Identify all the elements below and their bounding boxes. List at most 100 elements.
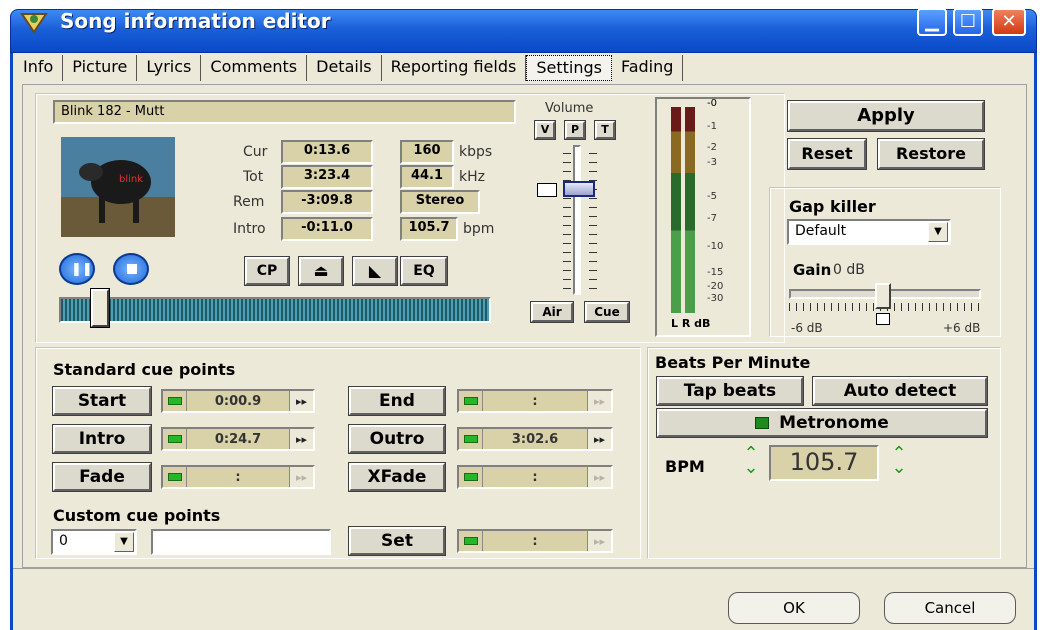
tab-lyrics[interactable]: Lyrics — [137, 55, 202, 81]
samplerate-unit: kHz — [459, 169, 485, 185]
custom-cue-control[interactable]: : ▸▸ — [457, 529, 613, 553]
bpm-value[interactable]: 105.7 — [769, 445, 879, 481]
close-button[interactable]: ✕ — [992, 8, 1026, 36]
ramp-button[interactable]: ◣ — [352, 256, 398, 286]
cue-outro-button[interactable]: Outro — [348, 424, 446, 454]
cue-intro-control[interactable]: 0:24.7 ▸▸ — [161, 427, 315, 451]
pause-icon: ❚❚ — [71, 262, 93, 277]
chevron-down-icon[interactable]: ▼ — [114, 532, 134, 552]
cp-button[interactable]: CP — [244, 256, 290, 286]
close-icon: ✕ — [1001, 11, 1017, 32]
cue-start-control[interactable]: 0:00.9 ▸▸ — [161, 389, 315, 413]
cue-end-led[interactable] — [459, 391, 483, 411]
metronome-label: Metronome — [779, 413, 889, 433]
t-button[interactable]: T — [594, 120, 616, 140]
ok-button[interactable]: OK — [728, 592, 860, 624]
meter-scale-7: -7 — [707, 213, 717, 224]
tab-bar: Info Picture Lyrics Comments Details Rep… — [14, 55, 684, 81]
meter-scale-0: -0 — [707, 98, 717, 109]
gain-slider-thumb[interactable] — [875, 283, 891, 309]
cancel-button[interactable]: Cancel — [884, 592, 1016, 624]
fast-forward-icon[interactable]: ▸▸ — [587, 391, 611, 411]
stop-button[interactable] — [113, 253, 149, 285]
gain-max-label: +6 dB — [943, 321, 981, 335]
cue-outro-led[interactable] — [459, 429, 483, 449]
minimize-button[interactable]: ▁ — [917, 8, 947, 36]
custom-cue-input[interactable] — [151, 529, 331, 555]
chevron-down-icon[interactable]: ▼ — [928, 222, 948, 242]
cue-fade-led[interactable] — [163, 467, 187, 487]
cue-xfade-control[interactable]: : ▸▸ — [457, 465, 613, 489]
stop-icon — [127, 264, 137, 274]
fast-forward-icon[interactable]: ▸▸ — [587, 429, 611, 449]
bpm-unit: bpm — [463, 221, 495, 237]
v-button[interactable]: V — [534, 120, 556, 140]
fast-forward-icon[interactable]: ▸▸ — [289, 429, 313, 449]
cue-outro-control[interactable]: 3:02.6 ▸▸ — [457, 427, 613, 451]
cue-intro-led[interactable] — [163, 429, 187, 449]
eject-icon: ⏏ — [313, 261, 329, 280]
air-button[interactable]: Air — [530, 301, 574, 323]
bitrate-unit: kbps — [459, 144, 493, 160]
position-slider[interactable] — [59, 297, 491, 323]
cue-set-button[interactable]: Set — [348, 526, 446, 556]
bpm-spin-right-icon[interactable]: ⌃ ⌄ — [891, 445, 907, 477]
volume-ticks-right — [589, 145, 597, 295]
cue-fade-value: : — [235, 469, 241, 485]
settings-panel: Blink 182 - Mutt blink Cur 0:13.6 Tot 3:… — [22, 84, 1027, 568]
bpm-label: BPM — [665, 457, 705, 476]
restore-button[interactable]: Restore — [877, 138, 985, 170]
eq-button[interactable]: EQ — [400, 256, 448, 286]
gap-killer-select-value: Default — [795, 223, 847, 239]
cue-fade-control[interactable]: : ▸▸ — [161, 465, 315, 489]
metronome-button[interactable]: Metronome — [656, 408, 988, 438]
cue-end-button[interactable]: End — [348, 386, 446, 416]
tab-picture[interactable]: Picture — [63, 55, 138, 81]
tap-beats-button[interactable]: Tap beats — [656, 376, 804, 406]
position-slider-thumb[interactable] — [90, 288, 110, 328]
cue-start-button[interactable]: Start — [52, 386, 152, 416]
metronome-led-icon — [755, 417, 770, 429]
tab-info[interactable]: Info — [14, 55, 64, 81]
fast-forward-icon[interactable]: ▸▸ — [289, 467, 313, 487]
custom-cue-select[interactable]: 0 ▼ — [51, 529, 137, 555]
custom-cue-title: Custom cue points — [53, 506, 221, 525]
cue-xfade-value: : — [532, 469, 538, 485]
tab-comments[interactable]: Comments — [201, 55, 308, 81]
gap-killer-select[interactable]: Default ▼ — [787, 219, 951, 245]
rem-label: Rem — [233, 194, 265, 210]
intro-label: Intro — [233, 221, 266, 237]
channels-value: Stereo — [400, 190, 480, 214]
cue-xfade-button[interactable]: XFade — [348, 462, 446, 492]
ramp-icon: ◣ — [368, 261, 382, 280]
cue-button[interactable]: Cue — [584, 301, 630, 323]
fast-forward-icon[interactable]: ▸▸ — [587, 467, 611, 487]
cue-fade-button[interactable]: Fade — [52, 462, 152, 492]
fast-forward-icon[interactable]: ▸▸ — [289, 391, 313, 411]
cue-end-control[interactable]: : ▸▸ — [457, 389, 613, 413]
vu-meter-panel — [655, 97, 751, 337]
bitrate-value: 160 — [400, 140, 454, 164]
volume-track[interactable] — [573, 145, 581, 295]
maximize-button[interactable]: ☐ — [953, 8, 983, 36]
fast-forward-icon[interactable]: ▸▸ — [587, 531, 611, 551]
tab-details[interactable]: Details — [307, 55, 382, 81]
p-button[interactable]: P — [564, 120, 586, 140]
footer-bar — [13, 568, 1034, 630]
cue-xfade-led[interactable] — [459, 467, 483, 487]
album-art: blink — [61, 137, 175, 237]
tab-fading[interactable]: Fading — [611, 55, 684, 81]
auto-detect-button[interactable]: Auto detect — [812, 376, 988, 406]
bpm-spin-left-icon[interactable]: ⌃ ⌄ — [743, 445, 759, 477]
eject-button[interactable]: ⏏ — [298, 256, 344, 286]
volume-thumb[interactable] — [563, 181, 595, 197]
tab-reporting-fields[interactable]: Reporting fields — [381, 55, 527, 81]
custom-cue-led[interactable] — [459, 531, 483, 551]
cue-intro-button[interactable]: Intro — [52, 424, 152, 454]
reset-button[interactable]: Reset — [787, 138, 867, 170]
meter-scale-5: -5 — [707, 191, 717, 202]
apply-button[interactable]: Apply — [787, 100, 985, 132]
pause-button[interactable]: ❚❚ — [59, 253, 95, 285]
cue-start-led[interactable] — [163, 391, 187, 411]
tab-settings[interactable]: Settings — [526, 55, 612, 81]
